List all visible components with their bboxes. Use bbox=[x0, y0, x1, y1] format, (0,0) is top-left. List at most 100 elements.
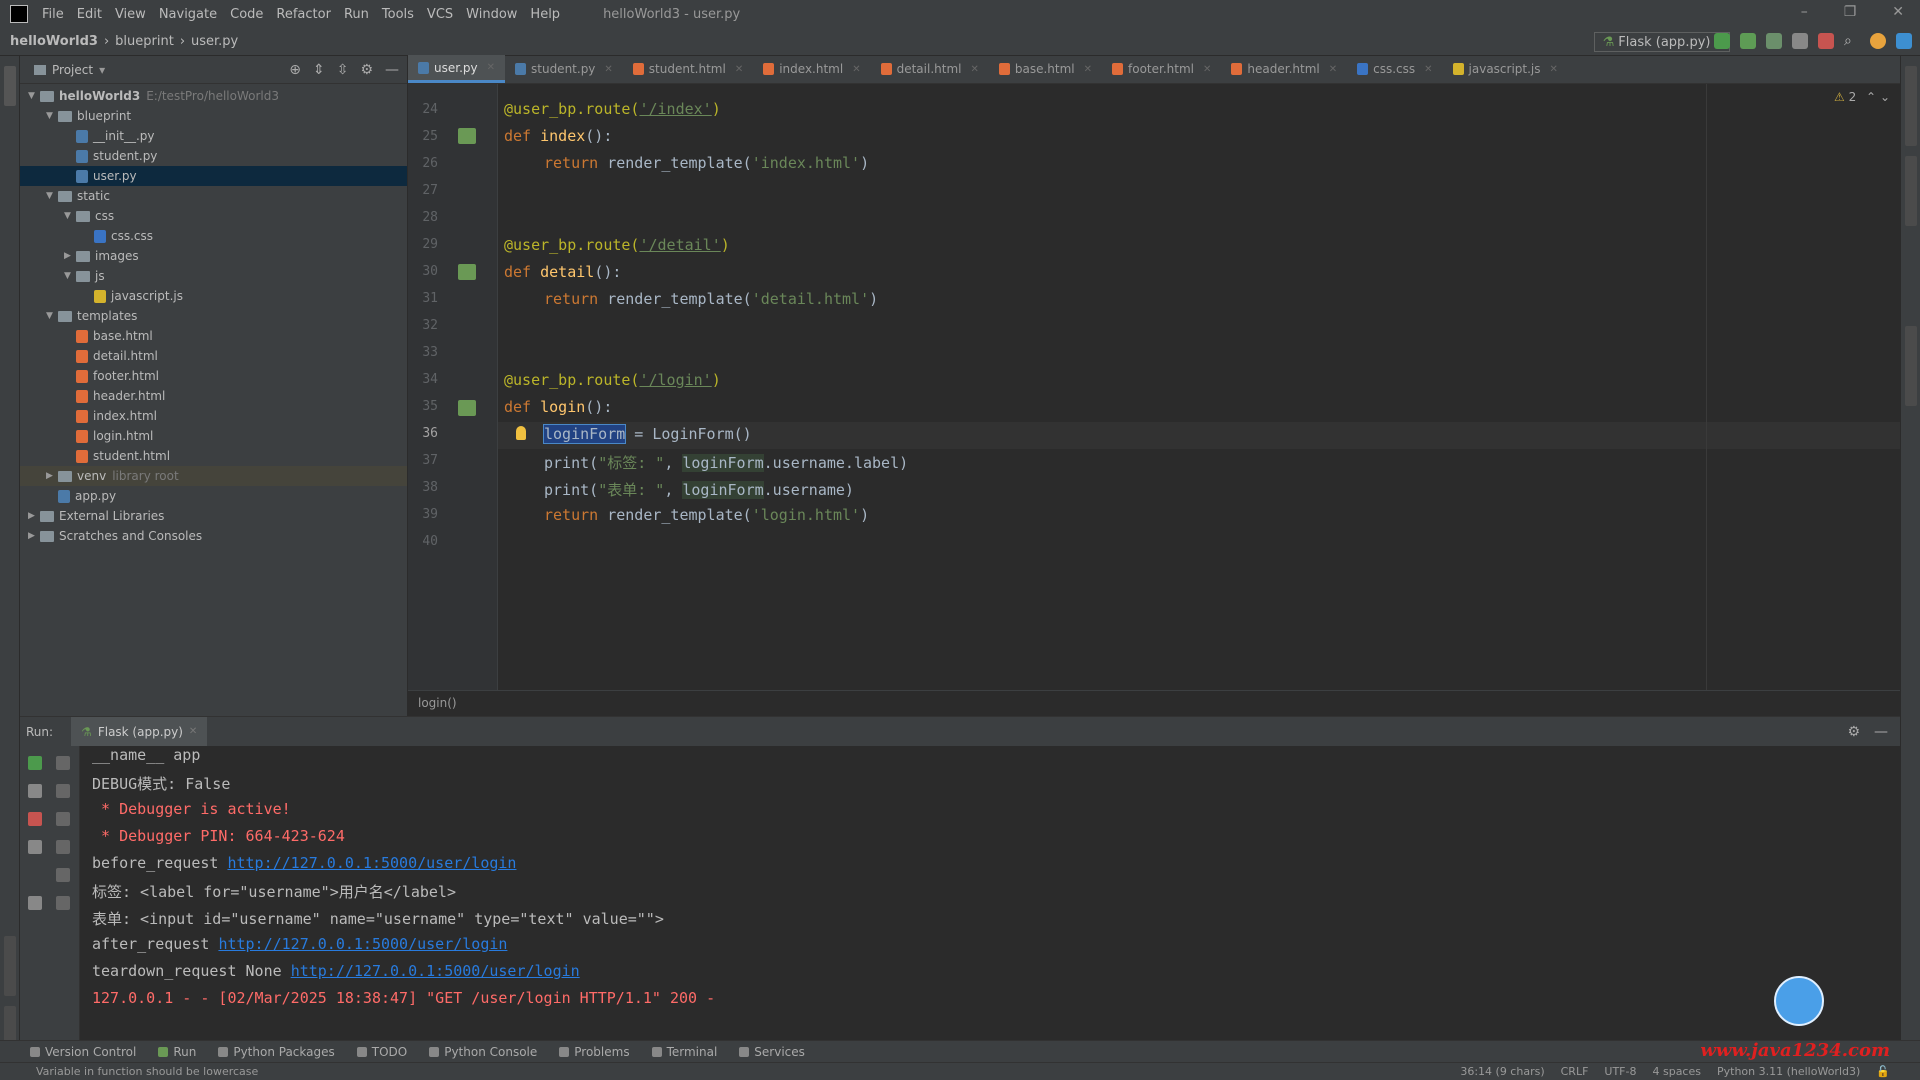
notifications-tool-tab[interactable] bbox=[1905, 326, 1917, 406]
menu-help[interactable]: Help bbox=[530, 7, 560, 22]
tree-item[interactable]: base.html bbox=[20, 326, 407, 346]
menu-tools[interactable]: Tools bbox=[382, 7, 414, 22]
close-icon[interactable]: ✕ bbox=[735, 64, 743, 75]
editor-tab[interactable]: css.css ✕ bbox=[1347, 55, 1442, 83]
trash-icon[interactable] bbox=[56, 896, 70, 910]
tree-item[interactable]: student.html bbox=[20, 446, 407, 466]
chevron-right-icon[interactable]: ▶ bbox=[64, 246, 76, 266]
close-icon[interactable]: ✕ bbox=[1424, 64, 1432, 75]
gear-icon[interactable]: ⚙ bbox=[360, 62, 373, 78]
scroll-down-icon[interactable] bbox=[56, 784, 70, 798]
tree-item[interactable]: ▶ External Libraries bbox=[20, 506, 407, 526]
menu-view[interactable]: View bbox=[115, 7, 146, 22]
maximize-icon[interactable]: ❐ bbox=[1844, 4, 1857, 20]
run-tab[interactable]: ⚗ Flask (app.py) ✕ bbox=[71, 716, 208, 747]
file-encoding[interactable]: UTF-8 bbox=[1604, 1065, 1636, 1078]
minimize-icon[interactable]: – bbox=[1801, 4, 1808, 20]
run-console[interactable]: __name__ app DEBUG模式: False * Debugger i… bbox=[80, 746, 1900, 1040]
breadcrumb-folder[interactable]: blueprint bbox=[115, 34, 174, 49]
tree-item[interactable]: student.py bbox=[20, 146, 407, 166]
console-link[interactable]: http://127.0.0.1:5000/user/login bbox=[291, 962, 580, 980]
menu-edit[interactable]: Edit bbox=[77, 7, 102, 22]
editor-tab[interactable]: header.html ✕ bbox=[1221, 55, 1347, 83]
close-icon[interactable]: ✕ bbox=[487, 62, 495, 73]
tree-item[interactable]: css.css bbox=[20, 226, 407, 246]
scroll-to-end-icon[interactable] bbox=[56, 840, 70, 854]
scroll-up-icon[interactable] bbox=[56, 756, 70, 770]
close-window-icon[interactable]: ✕ bbox=[1892, 4, 1904, 20]
close-icon[interactable]: ✕ bbox=[1084, 64, 1092, 75]
tree-item[interactable]: header.html bbox=[20, 386, 407, 406]
editor-tab[interactable]: javascript.js ✕ bbox=[1443, 55, 1568, 83]
tree-item[interactable]: ▶ venv library root bbox=[20, 466, 407, 486]
editor-tab[interactable]: student.py ✕ bbox=[505, 55, 623, 83]
tool-python-console[interactable]: Python Console bbox=[429, 1045, 537, 1059]
hide-icon[interactable]: — bbox=[385, 62, 399, 78]
selected-identifier[interactable]: loginForm bbox=[542, 424, 627, 444]
console-link[interactable]: http://127.0.0.1:5000/user/login bbox=[227, 854, 516, 872]
editor-tab[interactable]: index.html ✕ bbox=[753, 55, 870, 83]
breadcrumb-project[interactable]: helloWorld3 bbox=[10, 34, 98, 49]
chevron-down-icon[interactable]: ▼ bbox=[64, 266, 76, 286]
route-endpoint-icon[interactable] bbox=[458, 128, 476, 144]
stop-icon[interactable] bbox=[1818, 33, 1834, 49]
tree-item[interactable]: ▼ templates bbox=[20, 306, 407, 326]
tree-item[interactable]: ▼ static bbox=[20, 186, 407, 206]
menu-window[interactable]: Window bbox=[466, 7, 517, 22]
database-tool-tab[interactable] bbox=[1905, 66, 1917, 146]
chevron-up-icon[interactable]: ⌃ bbox=[1866, 90, 1876, 104]
tool-terminal[interactable]: Terminal bbox=[651, 1045, 717, 1059]
run-configuration-select[interactable]: ⚗ Flask (app.py) ▾ bbox=[1593, 32, 1730, 52]
bookmarks-tool-tab[interactable] bbox=[4, 936, 16, 996]
tree-item[interactable]: index.html bbox=[20, 406, 407, 426]
lock-icon[interactable]: 🔓 bbox=[1876, 1065, 1890, 1078]
profile-icon[interactable] bbox=[1792, 33, 1808, 49]
close-icon[interactable]: ✕ bbox=[1203, 64, 1211, 75]
tree-item[interactable]: ▼ helloWorld3 E:/testPro/helloWorld3 bbox=[20, 86, 407, 106]
breadcrumb-file[interactable]: user.py bbox=[191, 34, 238, 49]
close-icon[interactable]: ✕ bbox=[1550, 64, 1558, 75]
chevron-down-icon[interactable]: ▾ bbox=[99, 63, 105, 77]
menu-file[interactable]: File bbox=[42, 7, 64, 22]
tree-item[interactable]: ▶ Scratches and Consoles bbox=[20, 526, 407, 546]
line-separator[interactable]: CRLF bbox=[1561, 1065, 1589, 1078]
tree-item[interactable]: ▼ css bbox=[20, 206, 407, 226]
tree-item[interactable]: ▼ js bbox=[20, 266, 407, 286]
chevron-right-icon[interactable]: ▶ bbox=[28, 506, 40, 526]
hide-icon[interactable]: — bbox=[1874, 724, 1888, 740]
editor-tab[interactable]: footer.html ✕ bbox=[1102, 55, 1221, 83]
indent-setting[interactable]: 4 spaces bbox=[1652, 1065, 1701, 1078]
close-icon[interactable]: ✕ bbox=[189, 726, 197, 737]
tree-item[interactable]: javascript.js bbox=[20, 286, 407, 306]
close-icon[interactable]: ✕ bbox=[604, 64, 612, 75]
chevron-down-icon[interactable]: ⌄ bbox=[1880, 90, 1890, 104]
close-icon[interactable]: ✕ bbox=[852, 64, 860, 75]
tool-problems[interactable]: Problems bbox=[559, 1045, 630, 1059]
chevron-right-icon[interactable]: ▶ bbox=[46, 466, 58, 486]
coverage-icon[interactable] bbox=[1766, 33, 1782, 49]
tree-item[interactable]: user.py bbox=[20, 166, 407, 186]
gear-icon[interactable]: ⚙ bbox=[1847, 724, 1860, 740]
sciview-tool-tab[interactable] bbox=[1905, 156, 1917, 226]
project-tool-tab[interactable] bbox=[4, 66, 16, 106]
chevron-down-icon[interactable]: ▼ bbox=[28, 86, 40, 106]
tool-run[interactable]: Run bbox=[158, 1045, 196, 1059]
wrench-icon[interactable] bbox=[28, 784, 42, 798]
tool-todo[interactable]: TODO bbox=[356, 1045, 407, 1059]
route-endpoint-icon[interactable] bbox=[458, 264, 476, 280]
rerun-icon[interactable] bbox=[28, 756, 42, 770]
floating-assistant-bubble[interactable] bbox=[1774, 976, 1824, 1026]
tree-item[interactable]: ▼ blueprint bbox=[20, 106, 407, 126]
locate-icon[interactable]: ⊕ bbox=[289, 62, 301, 78]
editor-tab[interactable]: base.html ✕ bbox=[989, 55, 1102, 83]
console-link[interactable]: http://127.0.0.1:5000/user/login bbox=[218, 935, 507, 953]
editor-tab[interactable]: detail.html ✕ bbox=[871, 55, 989, 83]
layout-icon[interactable] bbox=[28, 840, 42, 854]
inspection-widget[interactable]: ⚠ 2 ⌃ ⌄ bbox=[1834, 90, 1890, 104]
debug-icon[interactable] bbox=[1740, 33, 1756, 49]
chevron-down-icon[interactable]: ▼ bbox=[46, 306, 58, 326]
pin-icon[interactable] bbox=[28, 896, 42, 910]
close-icon[interactable]: ✕ bbox=[1329, 64, 1337, 75]
tool-python-packages[interactable]: Python Packages bbox=[218, 1045, 335, 1059]
python-interpreter[interactable]: Python 3.11 (helloWorld3) bbox=[1717, 1065, 1860, 1078]
